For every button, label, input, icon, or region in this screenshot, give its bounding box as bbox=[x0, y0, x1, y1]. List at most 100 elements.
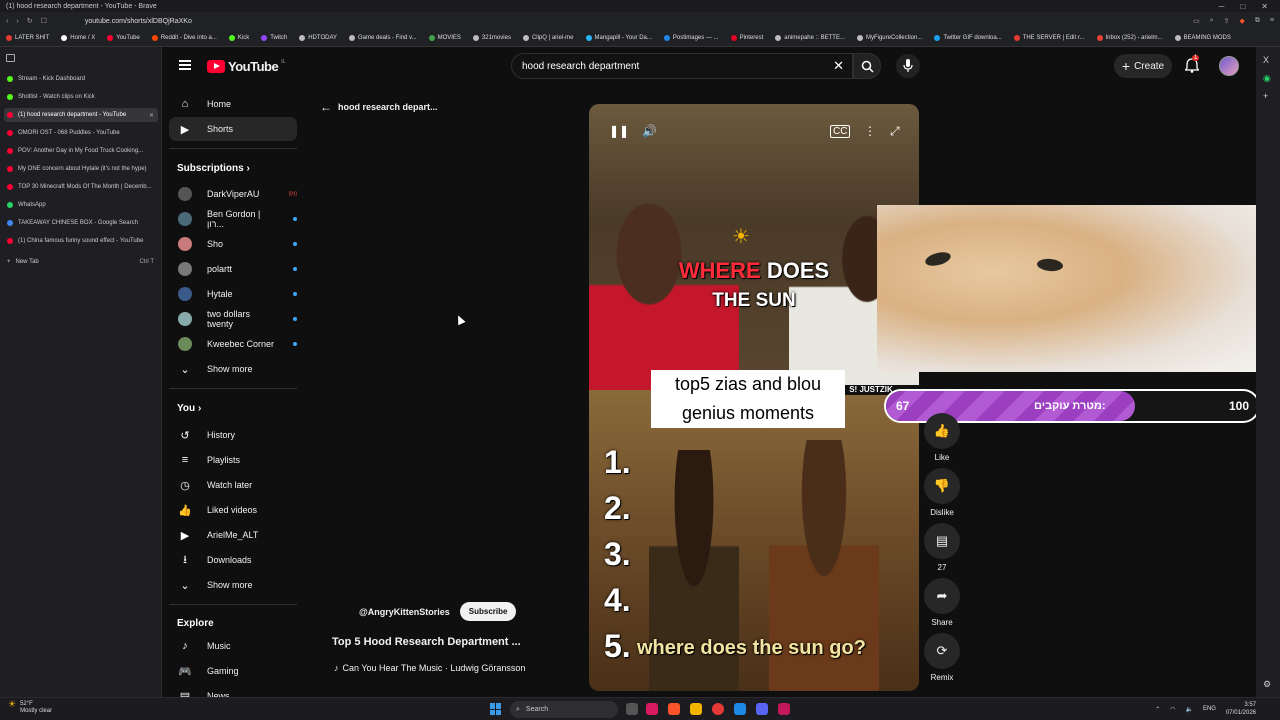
sidebar-show-more-you[interactable]: ⌄ Show more bbox=[169, 573, 297, 597]
browser-tab[interactable]: OMORI OST - 068 Puddles - YouTube bbox=[4, 126, 158, 140]
weather-widget[interactable]: ☀ 52°F Mostly clear bbox=[8, 700, 52, 715]
youtube-logo[interactable]: YouTube IL bbox=[207, 59, 285, 74]
bookmark-item[interactable]: LATER SHIT bbox=[6, 35, 49, 41]
forward-arrow-icon[interactable]: › bbox=[16, 18, 18, 25]
sidebar-item-subscription[interactable]: polartt bbox=[169, 257, 297, 281]
like-button[interactable]: 👍 Like bbox=[924, 413, 960, 462]
bookmark-item[interactable]: Reddit - Dive into a... bbox=[151, 35, 217, 41]
sidebar-item-subscription[interactable]: Ben Gordon | רון... bbox=[169, 207, 297, 231]
discord-icon[interactable] bbox=[756, 703, 768, 715]
bookmark-item[interactable]: MOVIES bbox=[428, 35, 461, 41]
minimize-button[interactable]: ─ bbox=[1219, 2, 1225, 11]
voice-search-button[interactable] bbox=[896, 54, 920, 78]
sidebar-item-you[interactable]: ≡ Playlists bbox=[169, 448, 297, 472]
extension-icon[interactable]: ⧉ bbox=[1255, 17, 1260, 25]
browser-tab[interactable]: My ONE concern about Hytale (it's not th… bbox=[4, 162, 158, 176]
bookmark-item[interactable]: Pinterest bbox=[730, 35, 763, 41]
taskbar-search[interactable]: ⌕ Search bbox=[510, 701, 618, 718]
bookmark-item[interactable]: ClipQ | ariel-me bbox=[522, 35, 574, 41]
browser-tab[interactable]: (1) China famous funny sound effect - Yo… bbox=[4, 234, 158, 248]
share-page-icon[interactable]: ⇪ bbox=[1224, 17, 1230, 25]
volume-icon[interactable]: 🔊 bbox=[642, 124, 657, 138]
dislike-button[interactable]: 👎 Dislike bbox=[924, 468, 960, 517]
back-arrow-icon[interactable]: ‹ bbox=[6, 18, 8, 25]
bookmark-item[interactable]: Twitter GIF downloa... bbox=[934, 35, 1002, 41]
sidebar-item-subscription[interactable]: Sho bbox=[169, 232, 297, 256]
music-credit[interactable]: ♪ Can You Hear The Music · Ludwig Görans… bbox=[334, 663, 525, 673]
network-icon[interactable]: ◠ bbox=[1170, 706, 1175, 713]
close-window-button[interactable]: ✕ bbox=[1261, 2, 1268, 11]
bookmark-item[interactable]: animepahe :: BETTE... bbox=[775, 35, 845, 41]
task-view-icon[interactable] bbox=[626, 703, 638, 715]
back-to-results[interactable]: ← hood research depart... bbox=[320, 100, 438, 114]
windows-start-icon[interactable] bbox=[490, 703, 502, 715]
fullscreen-icon[interactable]: ⤢ bbox=[890, 124, 900, 139]
bookmark-item[interactable]: BEAMING MODS bbox=[1174, 35, 1231, 41]
bookmark-item[interactable]: Twitch bbox=[261, 35, 287, 41]
menu-icon[interactable]: ≡ bbox=[1270, 17, 1274, 25]
app-icon[interactable] bbox=[778, 703, 790, 715]
account-avatar[interactable] bbox=[1219, 56, 1239, 76]
captions-icon[interactable]: CC bbox=[830, 125, 851, 138]
short-title[interactable]: Top 5 Hood Research Department ... bbox=[332, 636, 521, 648]
browser-tab[interactable]: Stream - Kick Dashboard bbox=[4, 72, 158, 86]
sidebar-item-explore[interactable]: ♪ Music bbox=[169, 634, 297, 658]
sidebar-item-explore[interactable]: ▤ News bbox=[169, 684, 297, 698]
sidebar-item-home[interactable]: ⌂ Home bbox=[169, 92, 297, 116]
share-button[interactable]: ➦ Share bbox=[924, 578, 960, 627]
brave-shields-icon[interactable]: ◆ bbox=[1240, 17, 1245, 25]
subscriptions-heading[interactable]: Subscriptions › bbox=[177, 163, 250, 174]
search-input[interactable]: hood research department ✕ bbox=[511, 53, 853, 79]
x-icon[interactable]: X bbox=[1263, 55, 1273, 65]
speaker-icon[interactable]: 🔈 bbox=[1185, 706, 1192, 713]
app-icon[interactable] bbox=[734, 703, 746, 715]
channel-handle[interactable]: @AngryKittenStories bbox=[359, 607, 450, 617]
close-tab-icon[interactable]: ✕ bbox=[149, 112, 158, 119]
whatsapp-icon[interactable]: ◉ bbox=[1263, 73, 1273, 83]
create-button[interactable]: + Create bbox=[1114, 54, 1172, 78]
sidebar-item-you[interactable]: ▶ ArielMe_ALT bbox=[169, 523, 297, 547]
bookmark-item[interactable]: Game deals - Find v... bbox=[349, 35, 417, 41]
sidebar-item-explore[interactable]: 🎮 Gaming bbox=[169, 659, 297, 683]
bookmark-item[interactable]: THE SERVER | Edit r... bbox=[1013, 35, 1085, 41]
browser-tab[interactable]: (1) hood research department - YouTube ✕ bbox=[4, 108, 158, 122]
browser-tab[interactable]: TOP 30 Minecraft Mods Of The Month | Dec… bbox=[4, 180, 158, 194]
browser-tab[interactable]: WhatsApp bbox=[4, 198, 158, 212]
sidebar-item-you[interactable]: ⭳ Downloads bbox=[169, 548, 297, 572]
sidebar-item-subscription[interactable]: DarkViperAU ((•)) bbox=[169, 182, 297, 206]
bookmark-item[interactable]: Home / X bbox=[61, 35, 95, 41]
bookmark-item[interactable]: 321movies bbox=[472, 35, 511, 41]
file-explorer-icon[interactable] bbox=[690, 703, 702, 715]
tray-chevron-icon[interactable]: ⌃ bbox=[1155, 706, 1160, 713]
browser-tab[interactable]: POV: Another Day in My Food Truck Cookin… bbox=[4, 144, 158, 158]
reload-icon[interactable]: ↻ bbox=[27, 17, 33, 25]
media-app-icon[interactable] bbox=[646, 703, 658, 715]
sidebar-item-you[interactable]: 👍 Liked videos bbox=[169, 498, 297, 522]
bookmark-item[interactable]: Mangapill - Your Da... bbox=[585, 35, 652, 41]
more-options-icon[interactable]: ⋮ bbox=[864, 124, 876, 138]
zoom-icon[interactable]: ⌕ bbox=[1210, 17, 1214, 25]
sidebar-item-subscription[interactable]: Hytale bbox=[169, 282, 297, 306]
clock[interactable]: 3:57 07/01/2026 bbox=[1226, 701, 1256, 717]
bookmark-item[interactable]: YouTube bbox=[107, 35, 140, 41]
add-panel-icon[interactable]: + bbox=[1263, 91, 1273, 101]
notifications-button[interactable]: 1 bbox=[1184, 55, 1200, 76]
settings-icon[interactable]: ⚙ bbox=[1263, 679, 1273, 689]
remix-button[interactable]: ⟳ Remix bbox=[924, 633, 960, 682]
bookmark-item[interactable]: Postimages — ... bbox=[663, 35, 719, 41]
bookmark-item[interactable]: Inbox (252) - arielm... bbox=[1096, 35, 1163, 41]
shorts-player[interactable]: ❚❚ 🔊 CC ⋮ ⤢ ☀ WHERE DOES THE SUN S! JUST… bbox=[589, 104, 919, 691]
sidebar-item-subscription[interactable]: two dollars twenty bbox=[169, 307, 297, 331]
bookmark-item[interactable]: Kick bbox=[228, 35, 249, 41]
input-language[interactable]: ENG bbox=[1203, 706, 1216, 712]
sidebar-item-you[interactable]: ◷ Watch later bbox=[169, 473, 297, 497]
pause-icon[interactable]: ❚❚ bbox=[609, 124, 629, 138]
search-button[interactable] bbox=[853, 53, 881, 79]
sidebar-item-you[interactable]: ↺ History bbox=[169, 423, 297, 447]
brave-browser-icon[interactable] bbox=[668, 703, 680, 715]
url-field[interactable]: youtube.com/shorts/xlDBQjRaXKo bbox=[85, 18, 192, 25]
cast-icon[interactable]: ▭ bbox=[1193, 17, 1200, 25]
sidebar-item-shorts[interactable]: ▶ Shorts bbox=[169, 117, 297, 141]
browser-tab[interactable]: TAKEAWAY CHINESE BOX - Google Search bbox=[4, 216, 158, 230]
app-icon[interactable] bbox=[712, 703, 724, 715]
